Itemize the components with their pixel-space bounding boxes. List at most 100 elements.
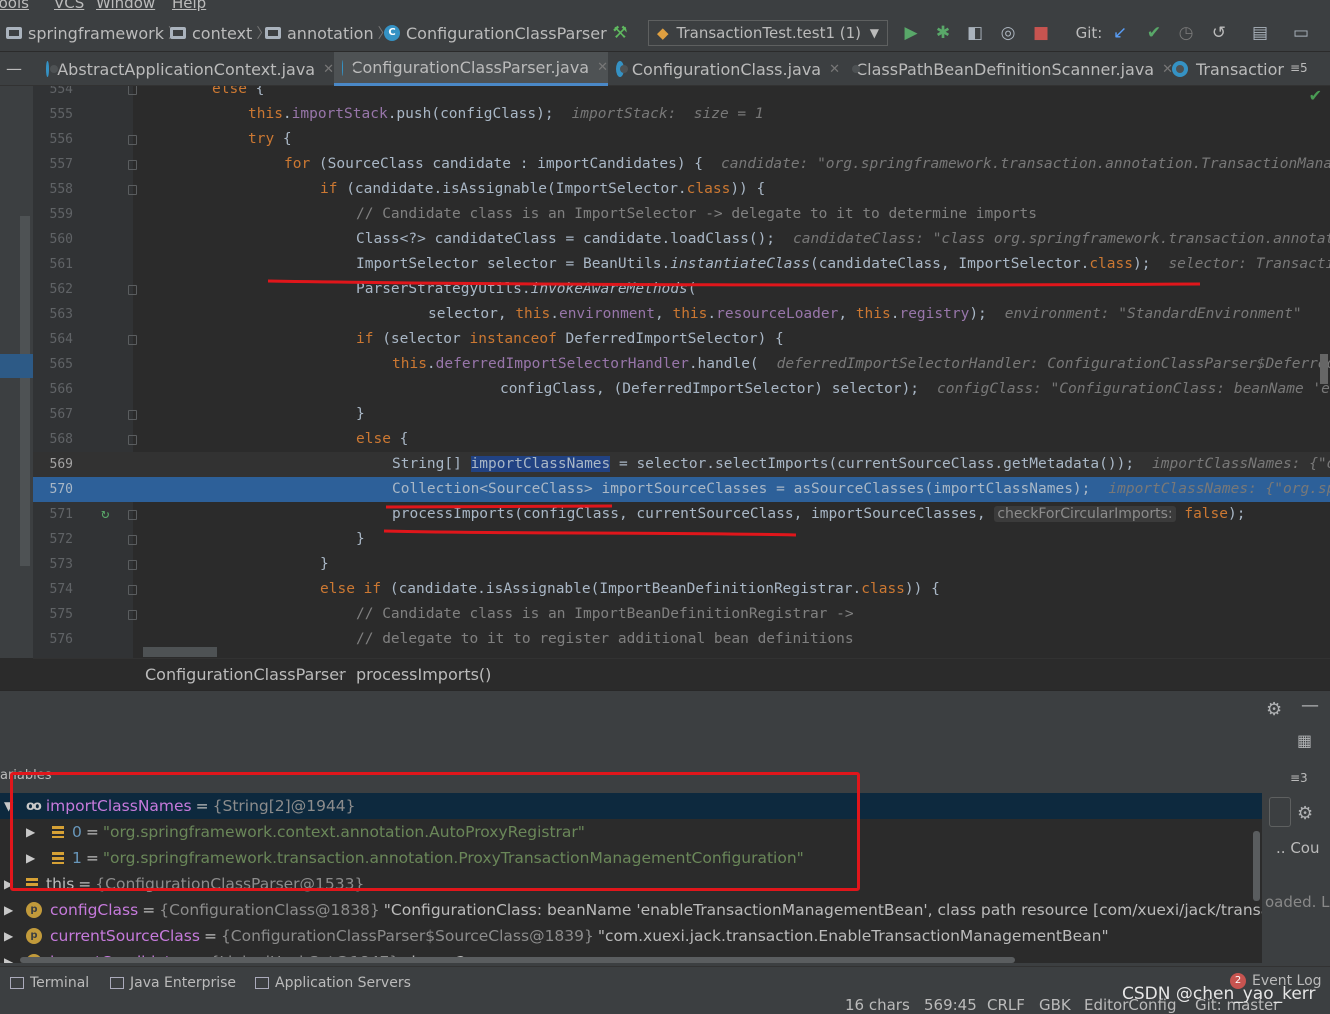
fold-marker-icon[interactable] (128, 285, 137, 295)
git-commit-icon[interactable]: ✔ (1144, 24, 1164, 42)
watch-toggle[interactable] (1269, 797, 1291, 827)
fold-marker-icon[interactable] (128, 435, 137, 445)
rollback-icon[interactable]: ↺ (1209, 24, 1229, 42)
chevron-right-icon[interactable]: ▶ (26, 825, 35, 839)
layout-icon[interactable]: ▦ (1297, 731, 1312, 750)
inspection-ok-icon[interactable]: ✔ (1309, 86, 1322, 105)
history-icon[interactable]: ◷ (1176, 24, 1196, 42)
nav-crumb-context[interactable]: context 〉 (170, 22, 274, 44)
fold-marker-icon[interactable] (128, 335, 137, 345)
code-editor[interactable]: 554 else {555 this.importStack.push(config… (33, 86, 1330, 658)
line-number[interactable]: 554 (33, 86, 73, 102)
debug-bug-icon[interactable]: ✱ (933, 24, 953, 42)
terminal-button[interactable]: Terminal (10, 975, 89, 991)
nav-crumb-springframework[interactable]: springframework 〉 (6, 22, 186, 44)
line-number[interactable]: 559 (33, 202, 73, 227)
tab-configuration-class[interactable]: ConfigurationClass.java ✕ (608, 52, 840, 86)
git-update-icon[interactable]: ↙ (1110, 24, 1130, 42)
run-icon[interactable]: ▶ (901, 24, 921, 42)
variables-tree[interactable]: ▼ oo importClassNames = {String[2]@1944} ▶ 0 = "… (0, 793, 1262, 963)
structure-scrollbar[interactable] (20, 216, 30, 566)
fold-marker-icon[interactable] (128, 585, 137, 595)
variable-row[interactable]: ▶ 1 = "org.springframework.transaction.anno… (0, 845, 1262, 871)
chevron-right-icon[interactable]: ▶ (4, 877, 13, 891)
fold-marker-icon[interactable] (128, 185, 137, 195)
breadcrumb-class[interactable]: ConfigurationClassParser (145, 665, 346, 684)
horizontal-scrollbar[interactable] (143, 647, 217, 657)
file-encoding[interactable]: GBK (1039, 996, 1071, 1014)
line-number[interactable]: 561 (33, 252, 73, 277)
code-line[interactable]: 574 else if (candidate.isAssignable(Impor… (33, 577, 1330, 602)
variable-row[interactable]: ▶ this = {ConfigurationClassParser@1533} (0, 871, 1262, 897)
step-icon[interactable]: ↻ (101, 502, 109, 527)
code-line[interactable]: 573} (33, 552, 1330, 577)
line-number[interactable]: 562 (33, 277, 73, 302)
line-number[interactable]: 569 (33, 452, 73, 477)
close-icon[interactable]: ✕ (829, 62, 840, 77)
gear-icon[interactable]: ⚙ (1266, 699, 1282, 720)
line-number[interactable]: 557 (33, 152, 73, 177)
window-icon[interactable]: ▭ (1291, 24, 1311, 42)
gear-icon[interactable]: ⚙ (1297, 803, 1313, 824)
code-line[interactable]: 556 try { (33, 127, 1330, 152)
tab-transaction[interactable]: Transactior (1164, 52, 1284, 86)
tabs-overflow[interactable]: ≡5 (1290, 61, 1308, 75)
code-line[interactable]: 562 ParserStrategyUtils.invokeAwareMethod… (33, 277, 1330, 302)
console-tab[interactable]: .. Cou (1276, 839, 1319, 857)
code-line[interactable]: 560 Class<?> candidateClass = candidate.l… (33, 227, 1330, 252)
line-number[interactable]: 575 (33, 602, 73, 627)
code-line[interactable]: 570 Collection<SourceClass> importSourceC… (33, 477, 1330, 502)
line-number[interactable]: 555 (33, 102, 73, 127)
fold-marker-icon[interactable] (128, 560, 137, 570)
code-line[interactable]: 558 if (candidate.isAssignable(ImportSele… (33, 177, 1330, 202)
hammer-build-icon[interactable]: ⚒ (610, 24, 630, 42)
line-number[interactable]: 571 (33, 502, 73, 527)
close-icon[interactable]: ✕ (323, 62, 334, 77)
code-line[interactable]: 572} (33, 527, 1330, 552)
code-line[interactable]: 557 for (SourceClass candidate : importCa… (33, 152, 1330, 177)
java-enterprise-button[interactable]: Java Enterprise (110, 975, 236, 991)
breadcrumb-method[interactable]: processImports() (356, 665, 491, 684)
chevron-right-icon[interactable]: ▶ (4, 955, 13, 963)
chevron-right-icon[interactable]: ▶ (4, 903, 13, 917)
code-line[interactable]: 563 selector, this.environment, this.reso… (33, 302, 1330, 327)
fold-marker-icon[interactable] (128, 160, 137, 170)
fold-marker-icon[interactable] (128, 610, 137, 620)
line-number[interactable]: 564 (33, 327, 73, 352)
menu-help[interactable]: Help (172, 0, 206, 12)
chevron-right-icon[interactable]: ▶ (4, 929, 13, 943)
project-structure-icon[interactable]: ▤ (1250, 24, 1270, 42)
error-stripe-marker[interactable] (1320, 354, 1328, 384)
line-number[interactable]: 560 (33, 227, 73, 252)
code-line[interactable]: 559 // Candidate class is an ImportSelect… (33, 202, 1330, 227)
code-line[interactable]: 575 // Candidate class is an ImportBeanDe… (33, 602, 1330, 627)
run-configuration-select[interactable]: ◆ TransactionTest.test1 (1) ▼ (648, 20, 888, 46)
code-line[interactable]: 566 configClass, (DeferredImportSelector)… (33, 377, 1330, 402)
line-number[interactable]: 558 (33, 177, 73, 202)
code-line[interactable]: 567} (33, 402, 1330, 427)
chevron-right-icon[interactable]: ▶ (26, 851, 35, 865)
line-number[interactable]: 576 (33, 627, 73, 652)
line-number[interactable]: 556 (33, 127, 73, 152)
profile-icon[interactable]: ◎ (998, 24, 1018, 42)
variable-row[interactable]: ▶ 0 = "org.springframework.context.annotati… (0, 819, 1262, 845)
variables-scrollbar[interactable] (1253, 831, 1260, 901)
line-number[interactable]: 563 (33, 302, 73, 327)
line-number[interactable]: 566 (33, 377, 73, 402)
code-line[interactable]: 568 else { (33, 427, 1330, 452)
application-servers-button[interactable]: Application Servers (255, 975, 411, 991)
menu-vcs[interactable]: VCS (54, 0, 84, 12)
line-number[interactable]: 565 (33, 352, 73, 377)
close-icon[interactable]: ✕ (597, 60, 608, 75)
caret-position[interactable]: 569:45 (924, 996, 977, 1014)
fold-marker-icon[interactable] (128, 535, 137, 545)
fold-marker-icon[interactable] (128, 135, 137, 145)
coverage-icon[interactable]: ◧ (965, 24, 985, 42)
variable-row[interactable]: ▼ oo importClassNames = {String[2]@1944} (0, 793, 1262, 819)
fold-marker-icon[interactable] (128, 86, 137, 95)
variables-horizontal-scrollbar[interactable] (20, 957, 1015, 963)
code-line[interactable]: 569 String[] importClassNames = selector.… (33, 452, 1330, 477)
code-line[interactable]: 555 this.importStack.push(configClass); im… (33, 102, 1330, 127)
variables-tabs-overflow[interactable]: ≡3 (1290, 771, 1308, 785)
menu-tools[interactable]: Tools (0, 0, 29, 12)
